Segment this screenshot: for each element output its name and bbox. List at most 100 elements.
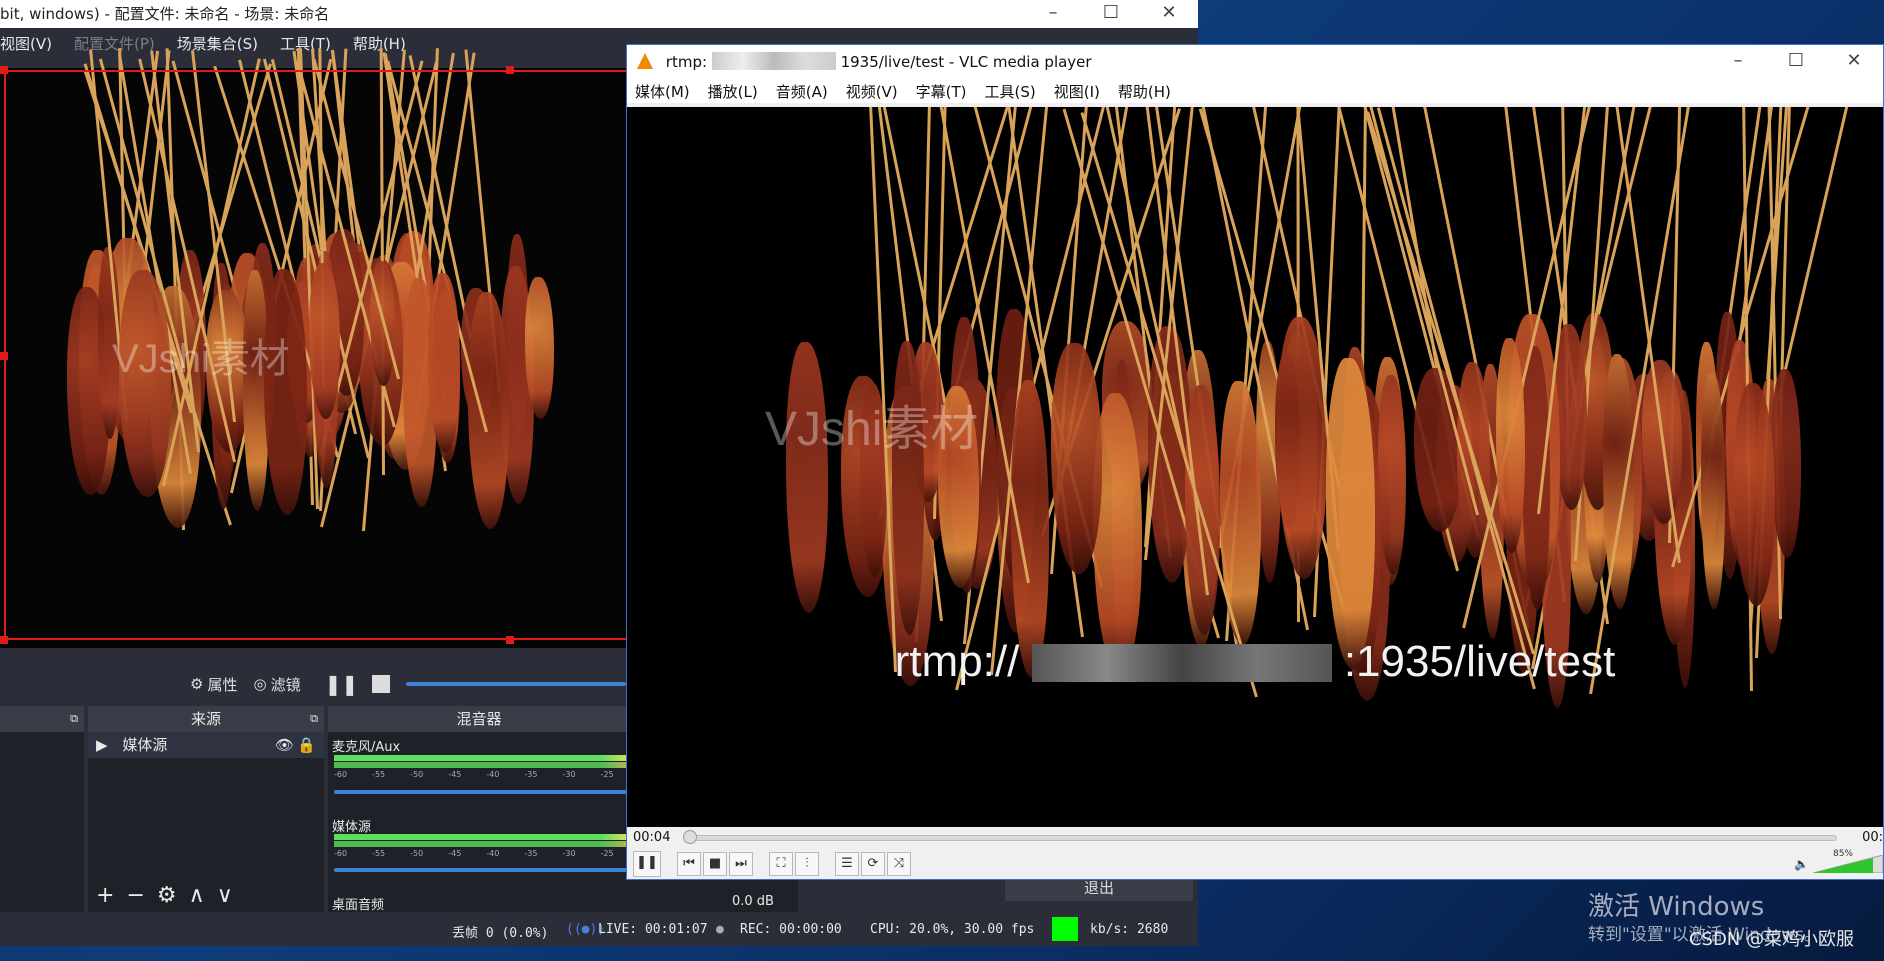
connection-status-indicator [1052,917,1078,941]
pause-icon[interactable]: ❚❚ [633,851,661,877]
stop-icon[interactable]: ■ [703,852,727,876]
cpu-fps: CPU: 20.0%, 30.00 fps [870,922,1035,937]
menu-subtitle[interactable]: 字幕(T) [916,81,967,102]
extended-settings-icon[interactable]: ⫶ [795,852,819,876]
obs-preview-canvas[interactable]: VJshi素材 [0,47,630,648]
tick-label: -55 [372,770,386,779]
tick-label: -60 [334,770,348,779]
sources-dock-title: 来源 [190,710,221,728]
add-icon[interactable]: + [96,883,114,908]
menu-help[interactable]: 帮助(H) [1118,81,1171,102]
elapsed-time: 00:04 [633,830,671,845]
meat-piece [1377,375,1407,575]
filter-icon[interactable]: ◎ [253,675,266,693]
gear-icon[interactable]: ⚙ [157,883,177,908]
resize-handle[interactable] [506,66,514,74]
loop-icon[interactable]: ⟳ [861,852,885,876]
tick-label: -40 [486,770,500,779]
tick-label: -35 [524,770,538,779]
mixer-channel-label: 麦克风/Aux [332,740,401,755]
vlc-video-image [627,107,1883,827]
resize-handle[interactable] [0,636,8,644]
source-item[interactable]: ▶ 媒体源 👁 🔒 [88,732,324,758]
obs-window-title: bit, windows) - 配置文件: 未命名 - 场景: 未命名 [0,5,330,23]
next-icon[interactable]: ⏭ [729,852,753,876]
minimize-icon[interactable]: – [1024,0,1082,28]
tick-label: -45 [448,770,462,779]
source-selection-box[interactable] [4,70,630,640]
rec-time: REC: 00:00:00 [740,922,842,937]
scenes-dock-header: ⧉ [0,706,84,732]
play-icon: ▶ [96,736,108,754]
maximize-icon[interactable]: ☐ [1082,0,1140,28]
bitrate: kb/s: 2680 [1090,922,1169,937]
video-watermark: VJshi素材 [765,403,979,456]
menu-tools[interactable]: 工具(T) [280,33,331,54]
menu-media[interactable]: 媒体(M) [635,81,690,102]
vlc-titlebar: rtmp: 1935/live/test - VLC media player … [627,45,1883,79]
close-icon[interactable]: ✕ [1825,45,1883,79]
activate-windows-title: 激活 Windows [1588,892,1765,922]
meat-piece [1219,380,1262,645]
meat-piece [1051,343,1102,575]
meat-piece [1496,338,1525,554]
playlist-icon[interactable]: ☰ [835,852,859,876]
pause-icon[interactable]: ❚❚ [325,672,359,696]
menu-scene-collection[interactable]: 场景集合(S) [177,33,258,54]
source-item-label: 媒体源 [122,736,168,754]
previous-icon[interactable]: ⏮ [677,852,701,876]
seek-knob[interactable] [683,830,697,844]
filters-button[interactable]: 滤镜 [271,674,301,695]
tick-label: -40 [486,849,500,858]
meat-piece [1771,369,1801,558]
resize-handle[interactable] [0,352,8,360]
menu-profile[interactable]: 配置文件(P) [74,33,155,54]
vlc-title-prefix: rtmp: [665,53,708,71]
obs-titlebar: bit, windows) - 配置文件: 未命名 - 场景: 未命名 – ☐ … [0,0,1198,28]
undock-icon[interactable]: ⧉ [70,706,78,732]
tick-label: -30 [562,849,576,858]
maximize-icon[interactable]: ☐ [1767,45,1825,79]
menu-view[interactable]: 视图(V) [0,33,52,54]
eye-icon[interactable]: 👁 [275,732,294,758]
resize-handle[interactable] [506,636,514,644]
meat-piece [1602,353,1635,610]
stop-icon[interactable] [372,675,391,693]
minimize-icon[interactable]: – [1709,45,1767,79]
lock-icon[interactable]: 🔒 [297,732,316,758]
menu-view[interactable]: 视图(I) [1054,81,1100,102]
tick-label: -30 [562,770,576,779]
seek-slider[interactable] [687,835,1837,841]
gear-icon[interactable]: ⚙ [190,675,203,693]
speaker-icon[interactable]: 🔈 [1794,857,1809,871]
tick-label: -50 [410,770,424,779]
stream-url-overlay: rtmp:// :1935/live/test [627,637,1883,687]
properties-button[interactable]: 属性 [207,674,237,695]
vlc-controls: ❚❚ ⏮ ■ ⏭ ⛶ ⫶ ☰ ⟳ ⤨ [627,849,1883,879]
menu-video[interactable]: 视频(V) [846,81,898,102]
resize-handle[interactable] [0,66,8,74]
volume-slider[interactable] [334,868,630,872]
vlc-video-area[interactable]: VJshi素材 rtmp:// :1935/live/test [627,107,1883,827]
undock-icon[interactable]: ⧉ [310,706,318,732]
vlc-window: rtmp: 1935/live/test - VLC media player … [626,44,1884,880]
volume-slider[interactable] [334,790,630,794]
menu-tools[interactable]: 工具(S) [985,81,1036,102]
sources-dock-header: 来源 ⧉ [88,706,324,732]
move-down-icon[interactable]: ∨ [217,883,233,908]
move-up-icon[interactable]: ∧ [189,883,205,908]
mixer-dock-header: 混音器 [328,706,630,732]
remove-icon[interactable]: − [126,883,144,908]
audio-level-meter [334,762,630,768]
shuffle-icon[interactable]: ⤨ [887,852,911,876]
menu-audio[interactable]: 音频(A) [776,81,828,102]
media-seek-slider[interactable] [406,682,627,686]
redacted-address [711,52,836,70]
tick-label: -55 [372,849,386,858]
volume-slider[interactable] [1813,855,1883,873]
fullscreen-icon[interactable]: ⛶ [769,852,793,876]
close-icon[interactable]: ✕ [1140,0,1198,28]
overlay-prefix: rtmp:// [894,637,1020,686]
live-time: LIVE: 00:01:07 [598,922,708,937]
menu-playback[interactable]: 播放(L) [708,81,758,102]
